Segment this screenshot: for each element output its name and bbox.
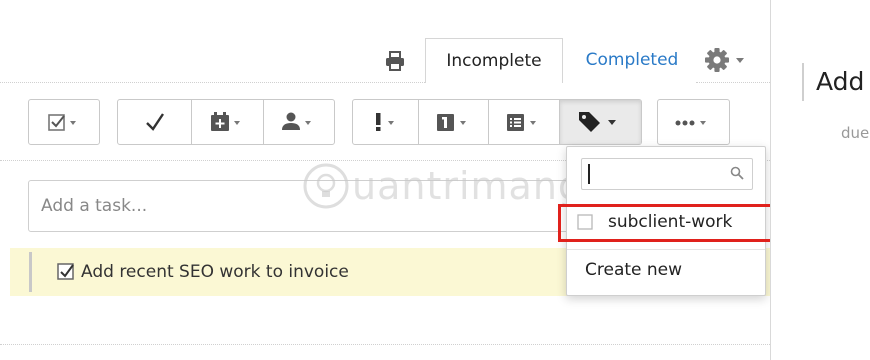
- detail-due-label: due: [841, 124, 870, 142]
- add-task-input[interactable]: [28, 180, 618, 232]
- tag-option-label: subclient-work: [608, 212, 733, 232]
- divider: [0, 344, 770, 345]
- complete-button[interactable]: [118, 100, 191, 144]
- assign-button[interactable]: [263, 100, 334, 144]
- tag-button[interactable]: [559, 100, 641, 144]
- task-checkbox-icon[interactable]: [57, 263, 75, 281]
- select-toolbar-group: [28, 99, 100, 145]
- printer-icon[interactable]: [384, 50, 406, 72]
- person-icon: [282, 112, 311, 130]
- calendar-day-icon: [436, 114, 466, 131]
- tag-checkbox-icon[interactable]: [577, 214, 593, 230]
- tag-search-input[interactable]: [581, 158, 753, 190]
- calendar-plus-icon: [210, 112, 240, 131]
- checkbox-icon: [48, 114, 76, 131]
- more-toolbar-group: [657, 99, 730, 145]
- tab-incomplete[interactable]: Incomplete: [425, 38, 563, 83]
- select-menu-button[interactable]: [29, 100, 99, 144]
- task-detail-pane: Add due: [771, 0, 870, 360]
- gear-icon: [705, 48, 744, 72]
- list-button[interactable]: [488, 100, 559, 144]
- ellipsis-icon: [675, 120, 706, 126]
- checkmark-icon: [145, 113, 164, 131]
- priority-button[interactable]: [353, 100, 418, 144]
- divider: [696, 82, 770, 83]
- task-row-marker: [29, 252, 32, 292]
- task-actions-toolbar-group: [117, 99, 335, 145]
- text-cursor: [588, 164, 590, 184]
- tab-completed[interactable]: Completed: [568, 38, 696, 83]
- exclamation-icon: [375, 113, 394, 131]
- detail-title[interactable]: Add: [816, 62, 864, 102]
- settings-menu-button[interactable]: [704, 47, 754, 73]
- tag-icon: [578, 112, 616, 132]
- create-new-tag-button[interactable]: Create new: [585, 250, 682, 290]
- tag-dropdown: subclient-work Create new: [566, 146, 766, 296]
- list-icon: [507, 114, 536, 131]
- more-options-button[interactable]: [658, 100, 729, 144]
- search-icon: [730, 166, 744, 180]
- task-label[interactable]: Add recent SEO work to invoice: [81, 248, 349, 296]
- detail-title-marker: [802, 63, 804, 101]
- calendar-button[interactable]: [418, 100, 488, 144]
- task-properties-toolbar-group: [352, 99, 642, 145]
- divider: [0, 82, 425, 83]
- task-list-pane: Incomplete Completed Add a task... uantr…: [0, 0, 790, 360]
- due-date-button[interactable]: [191, 100, 263, 144]
- tag-option-subclient-work[interactable]: subclient-work: [567, 204, 767, 240]
